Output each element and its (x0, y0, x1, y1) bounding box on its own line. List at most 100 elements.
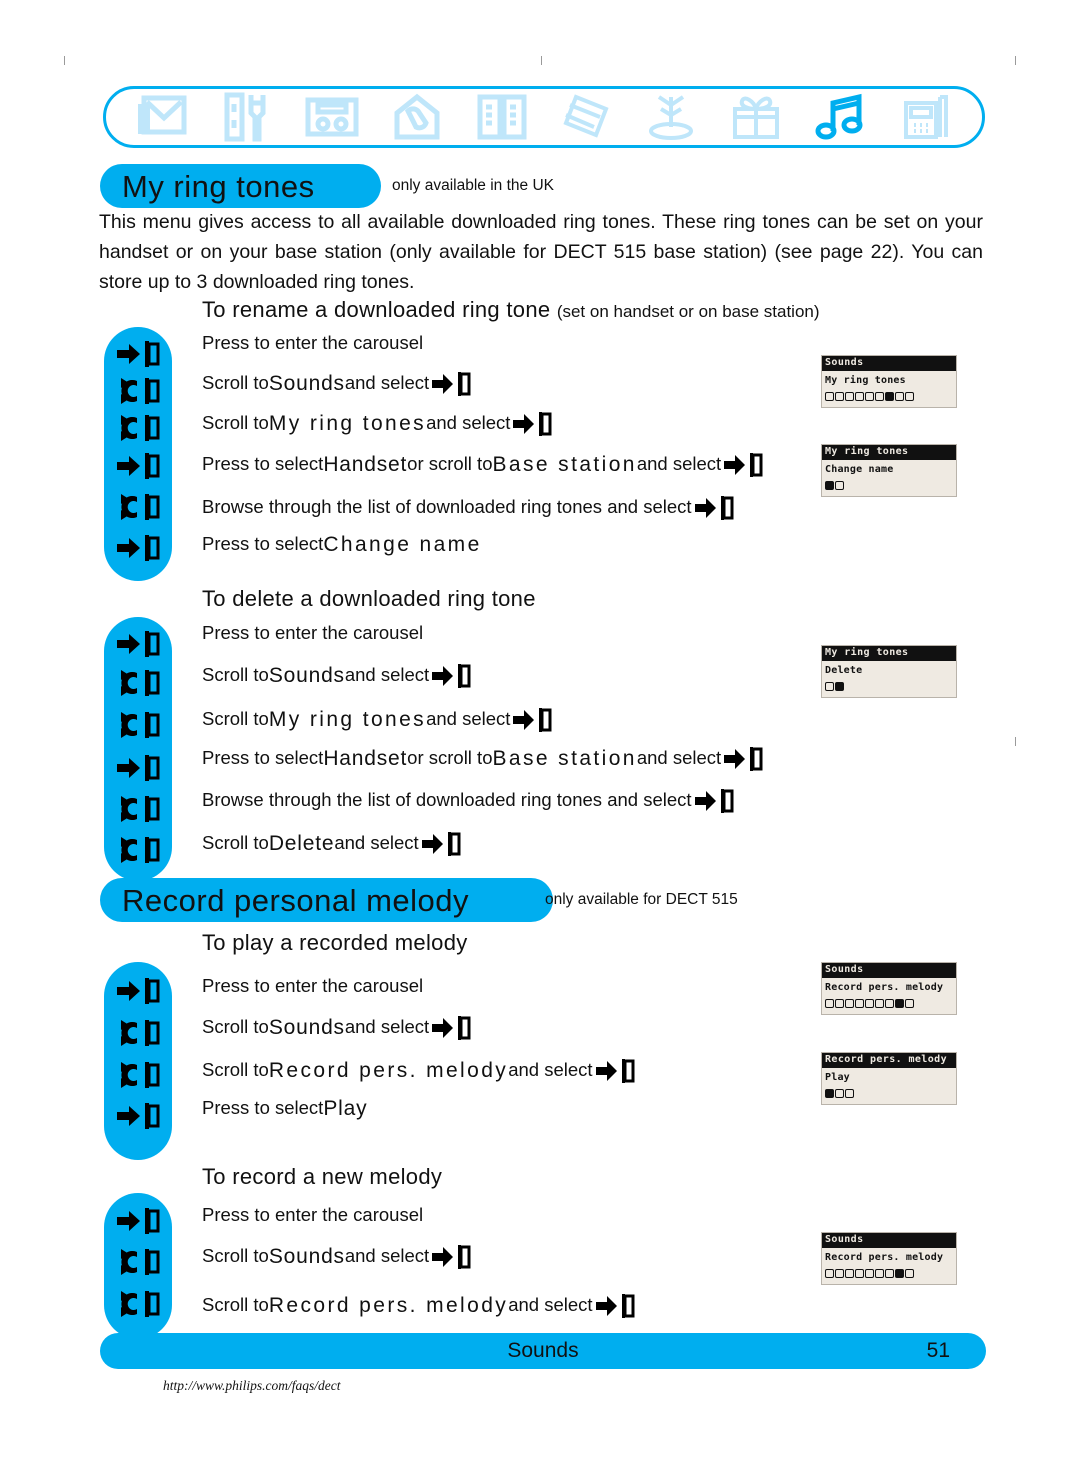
step-text: Scroll to (202, 1244, 269, 1266)
page-number: 51 (926, 1339, 950, 1362)
lcd-screen: My ring tones Change name (821, 444, 957, 497)
section-note: only available in the UK (392, 177, 554, 194)
key-column-delete (104, 617, 172, 881)
position-dot-active (825, 1089, 834, 1098)
position-dot (905, 1269, 914, 1278)
menu-keyword: My ring tones (268, 411, 427, 435)
subheading-record-new: To record a new melody (202, 1164, 442, 1190)
step-text: and select (508, 1293, 593, 1315)
position-dot (885, 999, 894, 1008)
position-dot (865, 1269, 874, 1278)
key-scroll-icon (104, 663, 172, 703)
menu-keyword: Sounds (268, 663, 345, 687)
lcd-position-dots (822, 678, 956, 697)
subheading-note: (set on handset or on base station) (556, 302, 820, 321)
key-press-icon (104, 335, 172, 372)
position-dot (905, 392, 914, 401)
key-scroll-icon (104, 486, 172, 528)
step-line: Press to enter the carousel (202, 333, 423, 353)
crop-mark (541, 56, 542, 65)
step-line: Browse through the list of downloaded ri… (202, 788, 738, 813)
key-column-play (104, 962, 172, 1160)
lcd-title: Record pers. melody (822, 1053, 956, 1068)
step-text: and select (344, 371, 430, 393)
menu-keyword: Handset (323, 746, 408, 770)
key-scroll-icon (104, 1283, 172, 1325)
step-text: and select (636, 746, 722, 768)
select-key-icon (432, 1016, 472, 1040)
position-dot (875, 392, 884, 401)
antenna-icon[interactable] (639, 91, 703, 143)
key-scroll-icon (104, 409, 172, 446)
position-dot (825, 1269, 834, 1278)
step-line: Scroll to My ring tones and select (202, 707, 556, 732)
step-text: Scroll to (202, 831, 269, 853)
lcd-position-dots (822, 1085, 956, 1104)
key-scroll-icon (104, 1012, 172, 1054)
position-dot (835, 1089, 844, 1098)
select-key-icon (421, 832, 462, 856)
key-press-icon (104, 625, 172, 663)
intro-paragraph: This menu gives access to all available … (99, 211, 983, 293)
menu-keyword: Sounds (268, 371, 345, 395)
select-key-icon (432, 664, 472, 688)
key-scroll-icon (104, 372, 172, 409)
step-line: Scroll to Delete and select (202, 831, 465, 856)
open-book-icon[interactable] (470, 91, 534, 143)
house-phone-icon[interactable] (385, 91, 449, 143)
key-scroll-icon (104, 703, 172, 747)
pill-label: Record personal melody (122, 882, 470, 918)
crop-mark (1015, 56, 1016, 65)
position-dot (835, 481, 844, 490)
menu-keyword: Delete (268, 831, 335, 855)
step-text: Press to enter the carousel (202, 622, 424, 643)
position-dot-active (835, 682, 844, 691)
music-note-icon[interactable] (809, 91, 873, 143)
lcd-position-dots (822, 995, 956, 1014)
key-press-icon (104, 970, 172, 1012)
menu-keyword: Play (323, 1097, 368, 1120)
select-key-icon (432, 372, 472, 396)
step-line: Scroll to Record pers. melody and select (202, 1293, 639, 1318)
handset-icon[interactable] (894, 91, 958, 143)
position-dot (905, 999, 914, 1008)
crop-mark (1015, 737, 1016, 746)
menu-keyword: My ring tones (268, 707, 427, 731)
lcd-position-dots (822, 477, 956, 496)
base-station-icon[interactable] (300, 91, 364, 143)
select-key-icon (724, 453, 764, 477)
menu-carousel[interactable] (103, 86, 985, 148)
position-dot (865, 392, 874, 401)
step-line: Scroll to Sounds and select (202, 371, 475, 396)
gift-box-icon[interactable] (724, 91, 788, 143)
menu-keyword: Change name (323, 533, 482, 556)
step-text: Scroll to (202, 1293, 269, 1315)
menu-keyword: Record pers. melody (268, 1058, 509, 1082)
select-key-icon (595, 1294, 636, 1318)
select-key-icon (694, 496, 735, 520)
envelope-icon[interactable] (130, 91, 194, 143)
subheading-text: To record a new melody (202, 1164, 443, 1189)
step-line: Press to enter the carousel (202, 975, 424, 996)
step-text: Press to enter the carousel (202, 975, 424, 996)
tools-icon[interactable] (215, 91, 279, 143)
step-text: and select (344, 1244, 430, 1266)
lcd-title: Sounds (822, 963, 956, 978)
key-scroll-icon (104, 830, 172, 870)
position-dot (835, 999, 844, 1008)
key-press-icon (104, 446, 172, 486)
lcd-position-dots (822, 388, 956, 407)
key-press-icon (104, 1096, 172, 1136)
menu-keyword: Sounds (268, 1015, 345, 1039)
key-scroll-icon (104, 788, 172, 830)
step-text: Press to select (202, 1097, 324, 1119)
lcd-screen: Sounds Record pers. melody (821, 1232, 957, 1285)
step-line: Browse through the list of downloaded ri… (202, 495, 738, 520)
subheading-text: To delete a downloaded ring tone (202, 586, 536, 611)
footer-bar: Sounds 51 (100, 1333, 986, 1369)
lcd-body: My ring tones (825, 375, 906, 386)
position-dot (865, 999, 874, 1008)
key-column-rename (104, 327, 172, 581)
banknotes-icon[interactable] (554, 91, 618, 143)
position-dot (845, 1269, 854, 1278)
